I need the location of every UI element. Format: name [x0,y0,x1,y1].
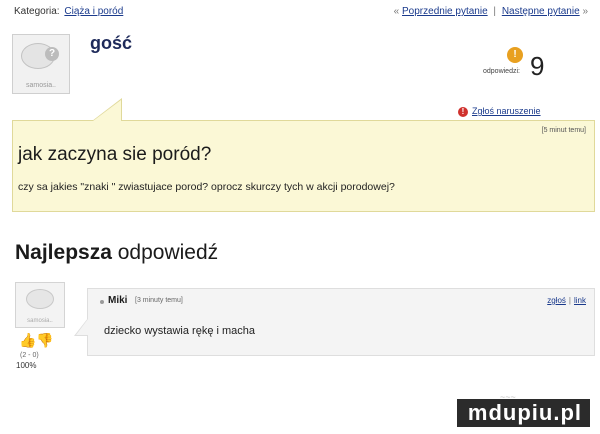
answer-author-avatar[interactable]: samosia.. [15,282,65,328]
avatar-placeholder-icon [26,289,54,309]
thumbs-up-icon[interactable]: 👍 [19,332,36,349]
breadcrumb-label: Kategoria: [14,6,60,17]
answers-count-label: odpowiedzi: [483,68,520,75]
answer-links-separator: | [568,296,571,305]
question-navigation: « Poprzednie pytanie | Następne pytanie … [394,6,588,17]
avatar-caption: samosia.. [27,318,53,324]
report-violation-link[interactable]: Zgłoś naruszenie [472,106,541,116]
next-arrow-icon: » [582,6,588,17]
answers-count: 9 [530,51,545,81]
answer-links: zgłoś | link [547,296,586,305]
question-title: jak zaczyna sie poród? [18,144,212,165]
answer-text: dziecko wystawia rękę i macha [104,325,256,337]
next-question-link[interactable]: Następne pytanie [502,6,580,17]
prev-arrow-icon: « [393,6,400,17]
question-author-avatar[interactable]: ? samosia.. [12,34,70,94]
avatar-caption: samosia.. [26,82,56,89]
best-answer-heading: Najlepsza odpowiedź [15,241,219,264]
answer-report-link[interactable]: zgłoś [547,296,566,305]
vote-percent: 100% [16,361,37,370]
question-author-name: gość [90,33,133,53]
answer-permalink[interactable]: link [574,296,586,305]
thumbs-down-icon[interactable]: 👎 [36,332,53,349]
question-timestamp: [5 minut temu] [541,127,586,134]
breadcrumb-category-link[interactable]: Ciąża i poród [64,6,123,17]
vote-score: (2 - 0) [20,352,39,359]
bullet-icon [100,300,104,304]
previous-question-link[interactable]: Poprzednie pytanie [402,6,488,17]
question-bubble [12,120,595,212]
nav-separator: | [493,6,497,17]
answers-count-icon: ! [507,47,523,63]
watermark-logo: mdupiu.pl [467,400,582,425]
report-icon: ! [458,107,468,117]
answer-author-name[interactable]: Miki [108,295,127,306]
breadcrumb: Kategoria: Ciąża i poród [14,6,123,17]
question-body: czy sa jakies "znaki " zwiastujace porod… [18,181,395,193]
answer-timestamp: [3 minuty temu] [135,297,183,304]
